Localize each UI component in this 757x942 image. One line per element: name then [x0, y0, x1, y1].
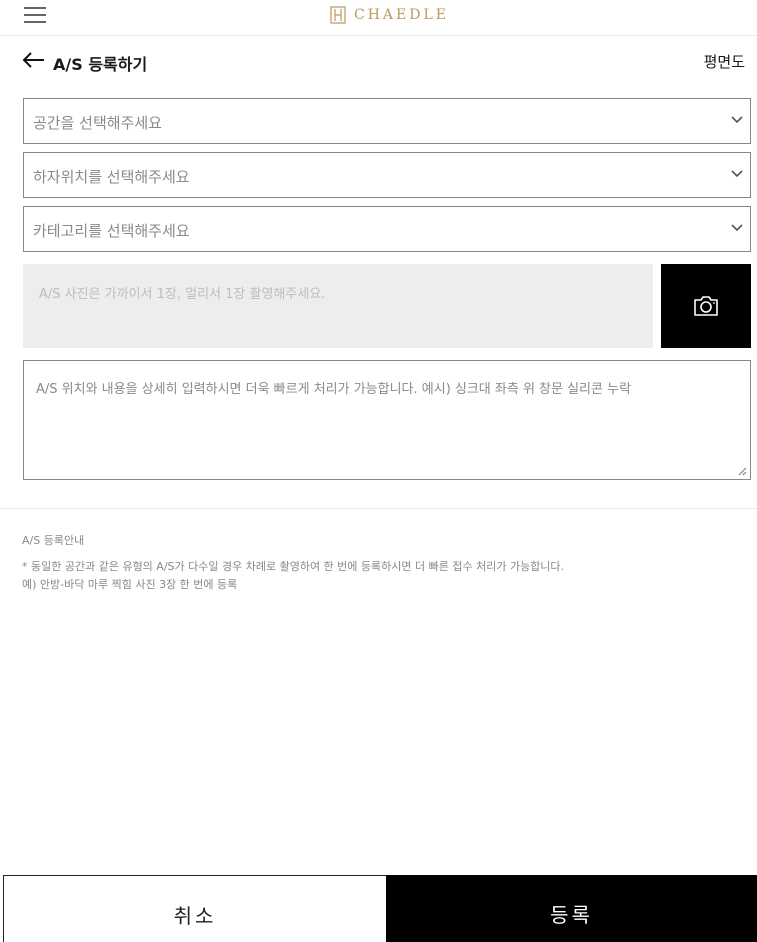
space-select[interactable]: 공간을 선택해주세요 [23, 98, 751, 144]
notice-title: A/S 등록안내 [22, 534, 85, 547]
description-placeholder: A/S 위치와 내용을 상세히 입력하시면 더욱 빠르게 처리가 가능합니다. … [36, 382, 632, 397]
chevron-down-icon [731, 224, 743, 232]
defect-location-select-value: 하자위치를 선택해주세요 [33, 168, 190, 186]
page-title: A/S 등록하기 [53, 55, 148, 74]
brand-name: CHAEDLE [354, 7, 449, 23]
brand-logo[interactable]: CHAEDLE [330, 5, 449, 25]
as-register-page: CHAEDLE A/S 등록하기 평면도 공간을 선택해주세요 하자위치를 선택… [0, 0, 757, 942]
category-select-value: 카테고리를 선택해주세요 [33, 222, 190, 240]
space-select-value: 공간을 선택해주세요 [33, 114, 162, 132]
notice-line-2: 예) 안방-바닥 마루 찍힘 사진 3장 한 번에 등록 [22, 578, 238, 591]
brand-mark-icon [330, 6, 346, 24]
resize-handle-icon[interactable] [737, 466, 747, 476]
camera-icon [694, 296, 718, 316]
camera-button[interactable] [661, 264, 751, 348]
submit-button-label: 등록 [550, 903, 593, 927]
photo-placeholder-text: A/S 사진은 가까이서 1장, 멀리서 1장 촬영해주세요. [39, 287, 326, 302]
hamburger-menu-icon[interactable] [24, 7, 46, 23]
cancel-button-label: 취소 [173, 904, 217, 928]
chevron-down-icon [731, 170, 743, 178]
top-bar: CHAEDLE [0, 0, 757, 36]
notice-line-1: * 동일한 공간과 같은 유형의 A/S가 다수일 경우 차례로 촬영하여 한 … [22, 560, 565, 573]
submit-button[interactable]: 등록 [386, 875, 757, 942]
description-textarea[interactable]: A/S 위치와 내용을 상세히 입력하시면 더욱 빠르게 처리가 가능합니다. … [23, 360, 751, 480]
chevron-down-icon [731, 116, 743, 124]
defect-location-select[interactable]: 하자위치를 선택해주세요 [23, 152, 751, 198]
floorplan-link[interactable]: 평면도 [704, 51, 745, 72]
cancel-button[interactable]: 취소 [3, 875, 387, 942]
back-arrow-icon[interactable] [22, 50, 46, 70]
section-divider [0, 508, 757, 509]
photo-preview-area[interactable]: A/S 사진은 가까이서 1장, 멀리서 1장 촬영해주세요. [23, 264, 653, 348]
category-select[interactable]: 카테고리를 선택해주세요 [23, 206, 751, 252]
